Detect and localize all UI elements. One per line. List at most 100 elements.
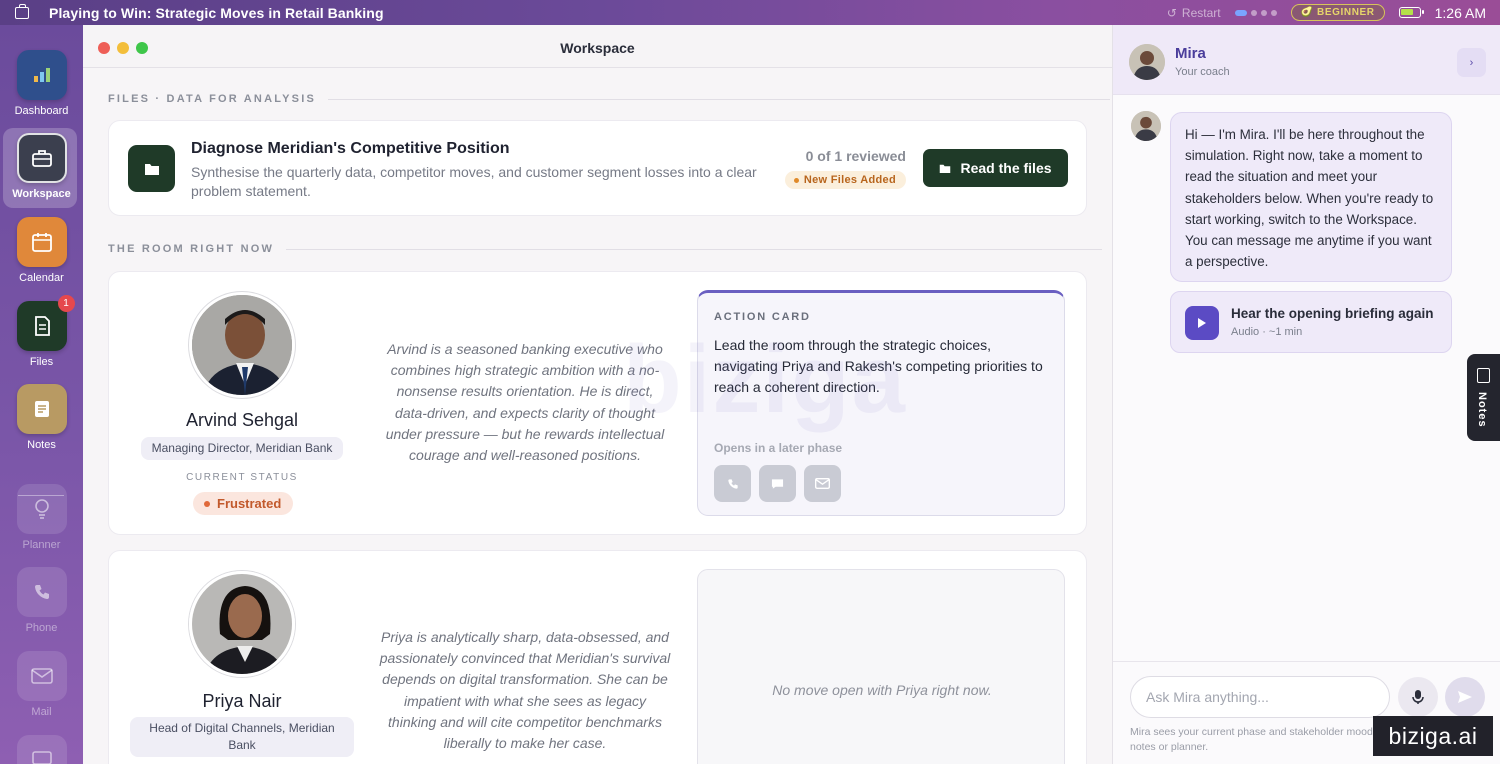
- play-button[interactable]: [1185, 306, 1219, 340]
- folder-icon: [940, 164, 951, 173]
- no-move-card: No move open with Priya right now.: [697, 569, 1065, 764]
- bar-chart-icon: [16, 50, 67, 100]
- stakeholder-card: Priya Nair Head of Digital Channels, Mer…: [108, 550, 1087, 764]
- stakeholder-role: Head of Digital Channels, Meridian Bank: [130, 717, 354, 757]
- folder-icon: [128, 145, 175, 192]
- restart-icon: ↺: [1166, 5, 1177, 20]
- sidebar-item-workspace[interactable]: Workspace: [0, 128, 83, 208]
- chat-icon: [16, 735, 67, 764]
- coach-avatar: [1129, 44, 1165, 80]
- mail-button[interactable]: [804, 465, 841, 502]
- lightbulb-icon: [16, 484, 67, 534]
- section-heading-text: FILES · DATA FOR ANALYSIS: [108, 93, 316, 105]
- section-heading-text: THE ROOM RIGHT NOW: [108, 243, 275, 255]
- stakeholder-avatar[interactable]: [189, 571, 295, 677]
- sidebar-item-label: Phone: [25, 622, 58, 634]
- sidebar-item-chat[interactable]: [0, 735, 83, 764]
- phase-dot: [1260, 9, 1267, 16]
- action-card-body: Lead the room through the strategic choi…: [714, 337, 1043, 395]
- file-icon: 1: [16, 295, 75, 351]
- phase-progress: [1234, 9, 1277, 16]
- microphone-button[interactable]: [1398, 677, 1438, 717]
- divider: [286, 248, 1103, 250]
- stakeholder-avatar[interactable]: [189, 292, 295, 398]
- coach-message: Hi — I'm Mira. I'll be here throughout t…: [1170, 112, 1452, 282]
- read-files-button[interactable]: Read the files: [923, 149, 1068, 187]
- sidebar-item-label: Dashboard: [14, 105, 69, 117]
- phase-dot: [1250, 9, 1257, 16]
- sidebar-item-dashboard[interactable]: Dashboard: [0, 50, 83, 117]
- sidebar-item-label: Notes: [27, 439, 56, 451]
- mail-icon: [16, 651, 67, 701]
- phone-icon: [727, 478, 738, 489]
- level-label: BEGINNER: [1317, 7, 1375, 18]
- status-badge: Frustrated: [193, 492, 294, 515]
- battery-icon: [1398, 7, 1424, 18]
- chat-button[interactable]: [759, 465, 796, 502]
- sidebar-item-label: Planner: [22, 539, 61, 551]
- send-icon: [1458, 691, 1472, 703]
- window-title: Workspace: [560, 40, 635, 56]
- phase-dot-active: [1234, 9, 1247, 16]
- level-badge: 🥑 BEGINNER: [1290, 4, 1385, 21]
- sidebar-item-calendar[interactable]: Calendar: [0, 217, 83, 284]
- sidebar: Dashboard Workspace Calendar 1 Files Not…: [0, 25, 83, 764]
- clock: 1:26 AM: [1434, 4, 1486, 21]
- chevron-right-icon: ›: [1469, 56, 1474, 69]
- sidebar-item-phone[interactable]: Phone: [0, 567, 83, 634]
- divider: [328, 98, 1110, 100]
- top-bar: Playing to Win: Strategic Moves in Retai…: [0, 0, 1500, 25]
- stakeholder-name: Priya Nair: [202, 691, 282, 711]
- play-icon: [1198, 318, 1206, 328]
- sidebar-item-planner[interactable]: Planner: [0, 484, 83, 551]
- notes-side-tab[interactable]: Notes: [1467, 354, 1500, 441]
- coach-message-avatar: [1131, 111, 1161, 141]
- sidebar-item-label: Calendar: [19, 272, 64, 284]
- notes-icon: [1477, 368, 1490, 383]
- new-files-badge: New Files Added: [784, 171, 906, 189]
- action-card: ACTION CARD Lead the room through the st…: [697, 290, 1065, 516]
- sidebar-item-label: Mail: [31, 706, 52, 718]
- phone-button[interactable]: [714, 465, 751, 502]
- action-card-availability: Opens in a later phase: [714, 441, 843, 455]
- chat-icon: [771, 478, 784, 489]
- file-card[interactable]: Diagnose Meridian's Competitive Position…: [108, 120, 1087, 216]
- notes-icon: [16, 384, 67, 434]
- stakeholder-name: Arvind Sehgal: [185, 410, 299, 430]
- stakeholder-description: Priya is analytically sharp, data-obsess…: [379, 629, 671, 752]
- window-titlebar: Workspace: [83, 25, 1112, 68]
- briefcase-icon: [16, 133, 67, 183]
- reviewed-count: 0 of 1 reviewed: [805, 148, 906, 164]
- phase-dot: [1270, 9, 1277, 16]
- room-section-heading: THE ROOM RIGHT NOW: [108, 243, 1103, 255]
- collapse-panel-button[interactable]: ›: [1457, 48, 1486, 77]
- workspace-window: Workspace FILES · DATA FOR ANALYSIS Diag…: [83, 25, 1112, 764]
- sidebar-item-files[interactable]: 1 Files: [0, 295, 83, 368]
- stakeholder-card: Arvind Sehgal Managing Director, Meridia…: [108, 271, 1087, 535]
- coach-footnote: Mira sees your current phase and stakeho…: [1130, 726, 1403, 753]
- send-button[interactable]: [1445, 677, 1485, 717]
- read-files-label: Read the files: [960, 160, 1052, 176]
- mail-icon: [815, 478, 830, 489]
- audio-briefing-card[interactable]: Hear the opening briefing again Audio · …: [1170, 291, 1452, 353]
- ask-coach-input[interactable]: [1130, 676, 1390, 718]
- brand-logo: biziga.ai: [1373, 716, 1493, 756]
- sidebar-item-label: Files: [29, 356, 54, 368]
- sidebar-item-mail[interactable]: Mail: [0, 651, 83, 718]
- audio-title: Hear the opening briefing again: [1231, 306, 1434, 321]
- no-move-text: No move open with Priya right now.: [772, 682, 992, 698]
- calendar-icon: [16, 217, 67, 267]
- sidebar-item-notes[interactable]: Notes: [0, 384, 83, 451]
- stakeholder-description: Arvind is a seasoned banking executive w…: [385, 341, 665, 464]
- action-card-channels: [714, 465, 841, 502]
- restart-button[interactable]: ↺ Restart: [1167, 6, 1221, 20]
- coach-header: Mira Your coach ›: [1113, 25, 1500, 95]
- new-files-label: New Files Added: [803, 174, 896, 186]
- top-bar-right: ↺ Restart 🥑 BEGINNER 1:26 AM: [1167, 0, 1486, 25]
- stakeholder-role: Managing Director, Meridian Bank: [141, 437, 343, 460]
- coach-subtitle: Your coach: [1175, 66, 1230, 78]
- app-title: Playing to Win: Strategic Moves in Retai…: [49, 4, 384, 21]
- action-card-heading: ACTION CARD: [714, 311, 811, 323]
- status-text: Frustrated: [217, 496, 282, 511]
- restart-label: Restart: [1181, 5, 1221, 20]
